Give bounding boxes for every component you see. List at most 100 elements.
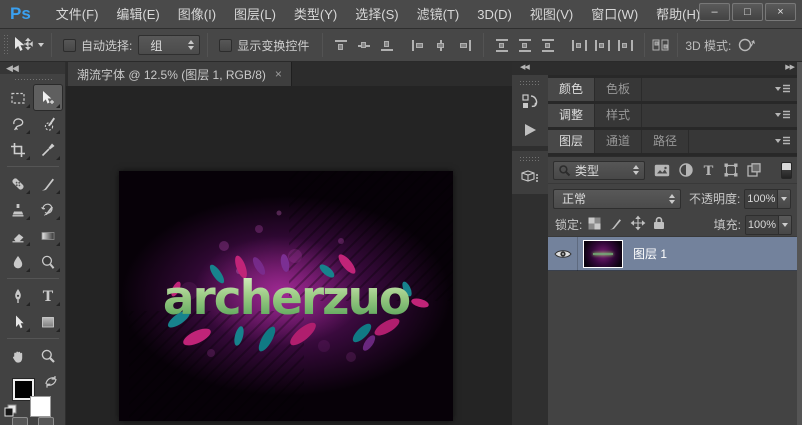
filter-shape-layers-icon[interactable] [724,163,738,177]
history-brush-tool[interactable] [34,197,62,222]
3d-rotate-icon[interactable] [737,37,755,53]
tab-paths[interactable]: 路径 [642,130,689,153]
opacity-input[interactable]: 100% [744,189,791,209]
tab-styles[interactable]: 样式 [595,104,642,127]
maximize-button[interactable]: □ [732,3,763,21]
tab-channels[interactable]: 通道 [595,130,642,153]
rectangular-marquee-tool[interactable] [4,85,32,110]
lock-transparency-icon[interactable] [588,217,601,233]
tool-preset-caret-icon[interactable] [38,43,44,47]
opacity-dropdown-button[interactable] [777,190,790,208]
document-image[interactable]: archerzuo [119,171,453,421]
color-swatches [3,377,63,414]
artwork-text: archerzuo [163,271,410,326]
menu-type[interactable]: 类型(Y) [285,0,346,29]
close-button[interactable]: × [765,3,796,21]
panel-menu-icon[interactable] [774,83,791,98]
layer-name[interactable]: 图层 1 [633,245,667,262]
show-transform-checkbox[interactable] [219,39,232,52]
tab-color[interactable]: 颜色 [548,78,595,101]
lasso-tool[interactable] [4,111,32,136]
distribute-right-edges-button[interactable] [618,39,633,52]
default-colors-icon[interactable] [4,404,18,421]
auto-select-target-dropdown[interactable]: 组 [138,35,200,55]
eraser-tool[interactable] [4,223,32,248]
distribute-bottom-edges-button[interactable] [541,39,556,52]
align-top-edges-button[interactable] [334,39,349,52]
layer-visibility-toggle[interactable] [548,237,578,271]
menu-edit[interactable]: 编辑(E) [107,0,168,29]
gradient-tool[interactable] [34,223,62,248]
document-tab[interactable]: 潮流字体 @ 12.5% (图层 1, RGB/8) × [68,62,292,86]
menu-filter[interactable]: 滤镜(T) [408,0,469,29]
history-panel-icon[interactable] [517,91,543,113]
hand-tool[interactable] [4,343,32,368]
zoom-tool[interactable] [34,343,62,368]
fill-input[interactable]: 100% [745,215,792,235]
background-color-swatch[interactable] [30,396,51,417]
lock-image-icon[interactable] [609,217,623,233]
lock-position-icon[interactable] [631,216,645,233]
layer-thumbnail[interactable] [583,240,623,268]
menu-layer[interactable]: 图层(L) [225,0,285,29]
layer-row-selected[interactable]: 图层 1 [548,237,797,271]
pen-tool[interactable] [4,283,32,308]
quick-selection-tool[interactable] [34,111,62,136]
brush-tool[interactable] [34,171,62,196]
align-bottom-edges-button[interactable] [380,39,395,52]
menu-select[interactable]: 选择(S) [346,0,407,29]
filter-type-layers-icon[interactable]: T [702,163,715,177]
auto-select-checkbox[interactable] [63,39,76,52]
blur-tool[interactable] [4,249,32,274]
3d-panel-icon[interactable] [517,167,543,189]
tab-swatches[interactable]: 色板 [595,78,642,101]
lock-all-icon[interactable] [653,216,665,233]
tab-adjustments[interactable]: 调整 [548,104,595,127]
distribute-top-edges-button[interactable] [495,39,510,52]
panel-menu-icon[interactable] [774,135,791,150]
distribute-vertical-centers-button[interactable] [518,39,533,52]
align-vertical-centers-button[interactable] [357,39,372,52]
menu-view[interactable]: 视图(V) [521,0,582,29]
filter-pixel-layers-icon[interactable] [654,164,670,177]
type-tool[interactable]: T [34,283,62,308]
panel-menu-icon[interactable] [774,109,791,124]
canvas-work-area[interactable]: archerzuo [66,86,512,425]
layer-filter-toggle[interactable] [781,162,792,179]
dock-header: ◀◀ ▶▶ [512,62,802,75]
align-left-edges-button[interactable] [411,39,426,52]
menu-image[interactable]: 图像(I) [169,0,225,29]
eyedropper-tool[interactable] [34,137,62,162]
clone-stamp-tool[interactable] [4,197,32,222]
tools-collapse-header[interactable]: ◀◀ [0,62,65,74]
move-tool[interactable] [34,85,62,110]
fill-dropdown-button[interactable] [778,216,791,234]
distribute-horizontal-centers-button[interactable] [595,39,610,52]
distribute-left-edges-button[interactable] [572,39,587,52]
collapse-to-icons-icon[interactable]: ▶▶ [785,62,794,74]
auto-align-layers-button[interactable] [652,38,670,52]
align-right-edges-button[interactable] [457,39,472,52]
blend-mode-dropdown[interactable]: 正常 [553,189,681,209]
dock-group-2 [512,151,548,194]
menu-3d[interactable]: 3D(D) [468,0,521,29]
crop-tool[interactable] [4,137,32,162]
minimize-button[interactable]: – [699,3,730,21]
menu-file[interactable]: 文件(F) [47,0,108,29]
collapse-left-icon[interactable]: ◀◀ [520,62,529,74]
layer-filter-dropdown[interactable]: 类型 [553,161,645,180]
align-horizontal-centers-button[interactable] [434,39,449,52]
tab-layers[interactable]: 图层 [548,130,595,153]
tab-close-icon[interactable]: × [275,67,282,81]
menu-window[interactable]: 窗口(W) [582,0,647,29]
swap-colors-icon[interactable] [44,375,59,392]
dodge-tool[interactable] [34,249,62,274]
filter-smart-objects-icon[interactable] [747,163,761,177]
actions-panel-icon[interactable] [517,119,543,141]
move-tool-icon[interactable] [12,36,34,54]
spot-healing-brush-tool[interactable] [4,171,32,196]
filter-adjustment-layers-icon[interactable] [679,163,693,177]
path-selection-tool[interactable] [4,309,32,334]
layers-empty-area[interactable] [548,271,797,425]
rectangle-shape-tool[interactable] [34,309,62,334]
